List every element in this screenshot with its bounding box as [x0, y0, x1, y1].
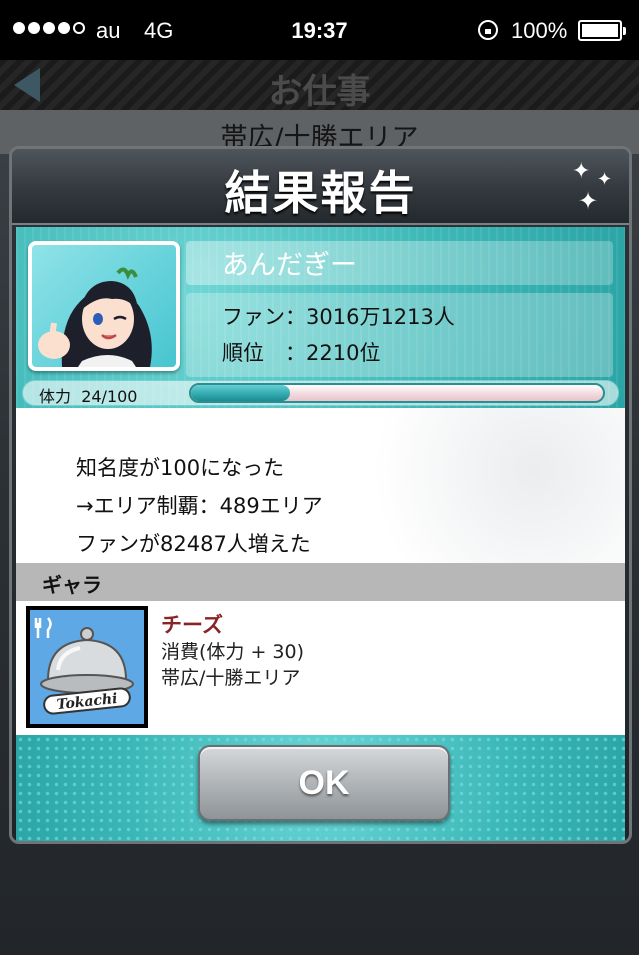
app-header: お仕事	[0, 60, 639, 112]
sparkle-icon: ✦	[597, 169, 613, 190]
stamina-bar-fill	[191, 385, 290, 401]
item-cost: 消費(体力 + 30)	[161, 641, 305, 663]
dialog-title: 結果報告	[224, 166, 417, 220]
stamina-bar	[189, 383, 605, 403]
rotation-lock-icon	[478, 20, 498, 40]
result-line: ファンが82487人増えた	[76, 532, 311, 556]
idol-portrait	[32, 245, 176, 367]
result-line: →エリア制覇：489エリア	[76, 494, 323, 518]
sparkle-icon: ✦	[572, 159, 591, 184]
result-line: 知名度が100になった	[76, 456, 285, 480]
producer-name: あんだぎー	[222, 250, 357, 281]
stamina-value: 24/100	[81, 387, 138, 406]
cheese-item-icon: Tokachi	[26, 606, 148, 728]
battery-icon	[578, 20, 626, 41]
stamina-label: 体力 24/100	[39, 387, 138, 406]
ok-button[interactable]: OK	[198, 745, 450, 821]
gala-header-label: ギャラ	[42, 573, 102, 597]
producer-profile-panel: あんだぎー ファン：3016万1213人 順位 ：2210位 体力 24/100	[16, 227, 625, 408]
gala-section-header: ギャラ	[16, 563, 625, 601]
idol-portrait-illustration	[38, 267, 152, 367]
ok-button-label: OK	[298, 764, 350, 802]
item-name: チーズ	[161, 613, 223, 637]
battery-percent: 100%	[511, 18, 568, 43]
status-bar: au 4G 19:37 100%	[0, 0, 639, 60]
item-area: 帯広/十勝エリア	[161, 667, 301, 689]
stamina-row: 体力 24/100	[22, 380, 619, 406]
producer-name-box: あんだぎー	[186, 241, 613, 285]
reward-item-row: Tokachi チーズ 消費(体力 + 30) 帯広/十勝エリア	[16, 601, 625, 735]
fan-count: ファン：3016万1213人	[222, 305, 455, 329]
cloche-icon: Tokachi	[34, 617, 134, 715]
result-message-area: 知名度が100になった →エリア制覇：489エリア ファンが82487人増えた	[16, 408, 625, 564]
rank: 順位 ：2210位	[222, 341, 381, 365]
avatar	[28, 241, 180, 371]
producer-stats-box: ファン：3016万1213人 順位 ：2210位	[186, 293, 613, 377]
dialog-header: 結果報告 ✦ ✦ ✦	[12, 149, 629, 225]
sparkle-icon: ✦	[578, 187, 599, 215]
app-header-title: お仕事	[268, 72, 371, 112]
dialog-footer: OK	[16, 735, 625, 841]
result-report-dialog: 結果報告 ✦ ✦ ✦ あんだぎー ファン：3016万1213人 順位 ：2210…	[9, 146, 632, 844]
